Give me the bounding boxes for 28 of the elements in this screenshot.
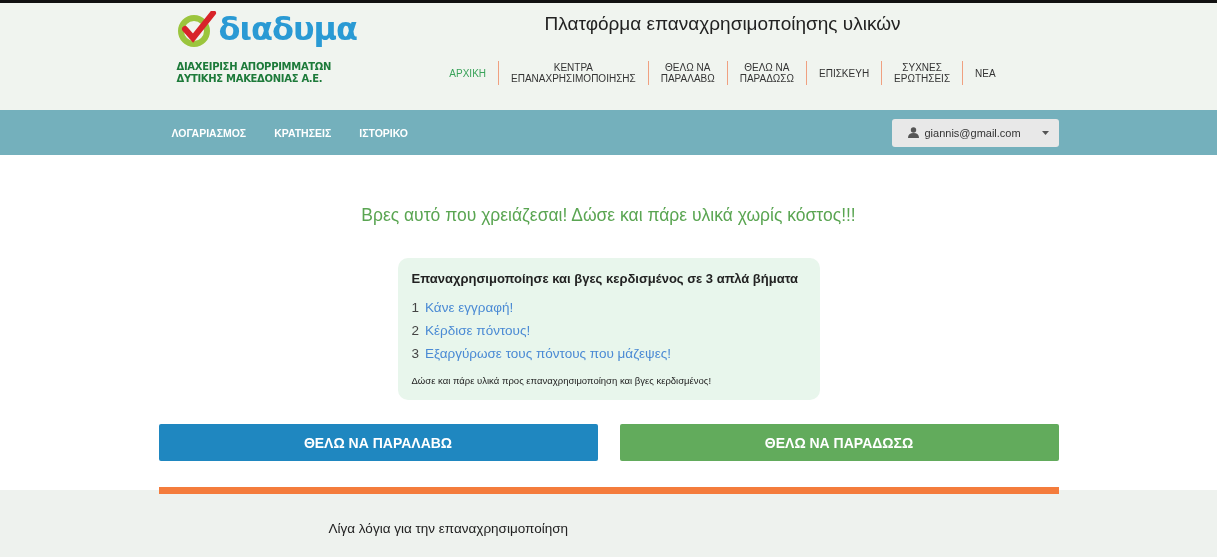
site-title: Πλατφόρμα επαναχρησιμοποίησης υλικών [544, 13, 901, 35]
step-number: 2 [411, 322, 419, 340]
section-title: Λίγα λόγια για την επαναχρησιμοποίηση [328, 521, 569, 536]
account-link[interactable]: ΙΣΤΟΡΙΚΟ [359, 126, 409, 139]
step-link[interactable]: Κέρδισε πόντους! [425, 319, 531, 342]
step-number: 1 [411, 299, 419, 317]
nav-link[interactable]: ΘΕΛΩ ΝΑ ΠΑΡΑΛΑΒΩ [654, 62, 721, 84]
nav-link[interactable]: ΘΕΛΩ ΝΑ ΠΑΡΑΔΩΣΩ [733, 62, 800, 84]
logo-subtitle: ΔΙΑΧΕΙΡΙΣΗ ΑΠΟΡΡΙΜΜΑΤΩΝ ΔΥΤΙΚΗΣ ΜΑΚΕΔΟΝΙΑΣ Α.Ε. [176, 61, 333, 85]
nav-link[interactable]: ΕΠΙΣΚΕΥΗ [813, 67, 876, 79]
action-button[interactable]: ΘΕΛΩ ΝΑ ΠΑΡΑΛΑΒΩ [158, 424, 598, 461]
caret-icon [1041, 130, 1049, 135]
account-link[interactable]: ΛΟΓΑΡΙΑΣΜΟΣ [171, 126, 247, 139]
card-note: Δώσε και πάρε υλικά προς επαναχρησιμοποίηση και βγες κερδισμένος! [411, 375, 713, 386]
logo-wordmark: διαδυμα [218, 11, 358, 47]
nav-link[interactable]: ΚΕΝΤΡΑ ΕΠΑΝΑΧΡΗΣΙΜΟΠΟΙΗΣΗΣ [505, 62, 642, 84]
step-link[interactable]: Κάνε εγγραφή! [425, 296, 514, 319]
user-menu-button[interactable]: giannis@gmail.com [891, 118, 1059, 147]
headline: Βρες αυτό που χρειάζεσαι! Δώσε και πάρε υλικά χωρίς κόστος!!! [361, 205, 856, 226]
nav-link[interactable]: ΣΥΧΝΕΣ ΕΡΩΤΗΣΕΙΣ [888, 62, 957, 84]
card-title: Επαναχρησιμοποίησε και βγες κερδισμένος σε 3 απλά βήματα [411, 271, 800, 286]
action-button[interactable]: ΘΕΛΩ ΝΑ ΠΑΡΑΔΩΣΩ [619, 424, 1059, 461]
nav-link[interactable]: ΑΡΧΙΚΗ [443, 67, 493, 79]
nav-link[interactable]: ΝΕΑ [969, 67, 1002, 79]
account-link[interactable]: ΚΡΑΤΗΣΕΙΣ [274, 126, 332, 139]
user-icon [907, 127, 919, 138]
step-number: 3 [411, 345, 419, 363]
step-link[interactable]: Εξαργύρωσε τους πόντους που μάζεψες! [425, 342, 671, 365]
